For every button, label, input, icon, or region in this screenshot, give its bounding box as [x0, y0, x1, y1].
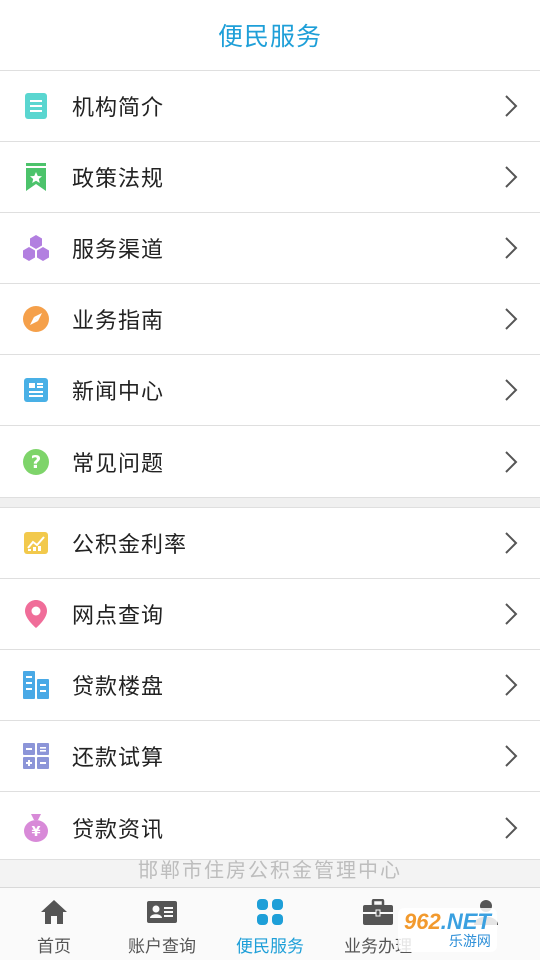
org-name: 邯郸市住房公积金管理中心: [138, 859, 402, 882]
menu-item-outlet-query[interactable]: 网点查询: [0, 579, 540, 650]
newspaper-icon: [22, 376, 50, 404]
menu-item-label: 贷款资讯: [72, 817, 165, 843]
menu-item-label: 贷款楼盘: [72, 675, 165, 700]
menu-item-label: 业务指南: [72, 309, 165, 334]
chevron-right-icon: [505, 674, 518, 696]
tab-label: 便民服务: [236, 937, 304, 957]
grid-icon: [255, 898, 285, 926]
id-card-icon: [147, 898, 177, 926]
menu-group-tools: 公积金利率 网点查询 贷款楼盘 还款试算 ¥ 贷款资讯: [0, 507, 540, 863]
buildings-icon: [22, 671, 50, 699]
svg-text:¥: ¥: [31, 825, 40, 840]
menu-item-label: 服务渠道: [72, 238, 165, 263]
tab-home[interactable]: 首页: [0, 888, 108, 960]
chevron-right-icon: [505, 166, 518, 188]
location-pin-icon: [22, 600, 50, 628]
menu-item-repayment-calc[interactable]: 还款试算: [0, 721, 540, 792]
tab-convenience-services[interactable]: 便民服务: [216, 888, 324, 960]
menu-item-label: 还款试算: [72, 746, 165, 771]
menu-item-label: 政策法规: [72, 167, 165, 192]
money-bag-icon: ¥: [22, 813, 50, 842]
menu-item-service-channels[interactable]: 服务渠道: [0, 213, 540, 284]
home-icon: [39, 898, 69, 926]
menu-item-label: 新闻中心: [72, 380, 165, 405]
section-divider: [0, 497, 540, 507]
menu-group-info: 机构简介 政策法规 服务渠道 业务指南 新闻中心 ? 常见问题: [0, 70, 540, 497]
chevron-right-icon: [505, 95, 518, 117]
page-title: 便民服务: [217, 22, 322, 51]
menu-item-policy[interactable]: 政策法规: [0, 142, 540, 213]
chevron-right-icon: [505, 745, 518, 767]
watermark-brand-suffix: .NET: [440, 909, 491, 934]
org-footer: 邯郸市住房公积金管理中心: [0, 859, 540, 887]
document-list-icon: [22, 92, 50, 120]
menu-item-loan-news[interactable]: ¥ 贷款资讯: [0, 792, 540, 863]
chevron-right-icon: [505, 532, 518, 554]
chevron-right-icon: [505, 816, 518, 839]
tab-account-query[interactable]: 账户查询: [108, 888, 216, 960]
menu-item-label: 机构简介: [72, 96, 165, 121]
chevron-right-icon: [505, 379, 518, 401]
menu-item-org-intro[interactable]: 机构简介: [0, 71, 540, 142]
watermark-brand: 962: [404, 909, 441, 934]
bookmark-star-icon: [22, 163, 50, 191]
menu-item-label: 网点查询: [72, 604, 165, 629]
compass-icon: [22, 305, 50, 333]
tab-label: 首页: [37, 937, 71, 957]
menu-item-label: 常见问题: [72, 451, 165, 477]
menu-item-label: 公积金利率: [72, 533, 188, 558]
menu-item-news-center[interactable]: 新闻中心: [0, 355, 540, 426]
watermark-site: 乐游网: [448, 934, 491, 950]
menu-item-fund-rate[interactable]: 公积金利率: [0, 508, 540, 579]
menu-item-loan-properties[interactable]: 贷款楼盘: [0, 650, 540, 721]
chevron-right-icon: [505, 308, 518, 330]
menu-item-business-guide[interactable]: 业务指南: [0, 284, 540, 355]
svg-text:?: ?: [31, 452, 41, 473]
calculator-icon: [22, 742, 50, 770]
site-watermark: 962.NET 乐游网: [398, 905, 538, 955]
chevron-right-icon: [505, 237, 518, 259]
menu-item-faq[interactable]: ? 常见问题: [0, 426, 540, 497]
hexagons-icon: [22, 234, 50, 262]
chevron-right-icon: [505, 603, 518, 625]
chevron-right-icon: [505, 450, 518, 473]
question-circle-icon: ?: [22, 448, 50, 476]
rate-chart-icon: [22, 529, 50, 557]
page-header: 便民服务: [0, 0, 540, 70]
briefcase-icon: [363, 898, 393, 926]
tab-label: 账户查询: [128, 937, 196, 957]
